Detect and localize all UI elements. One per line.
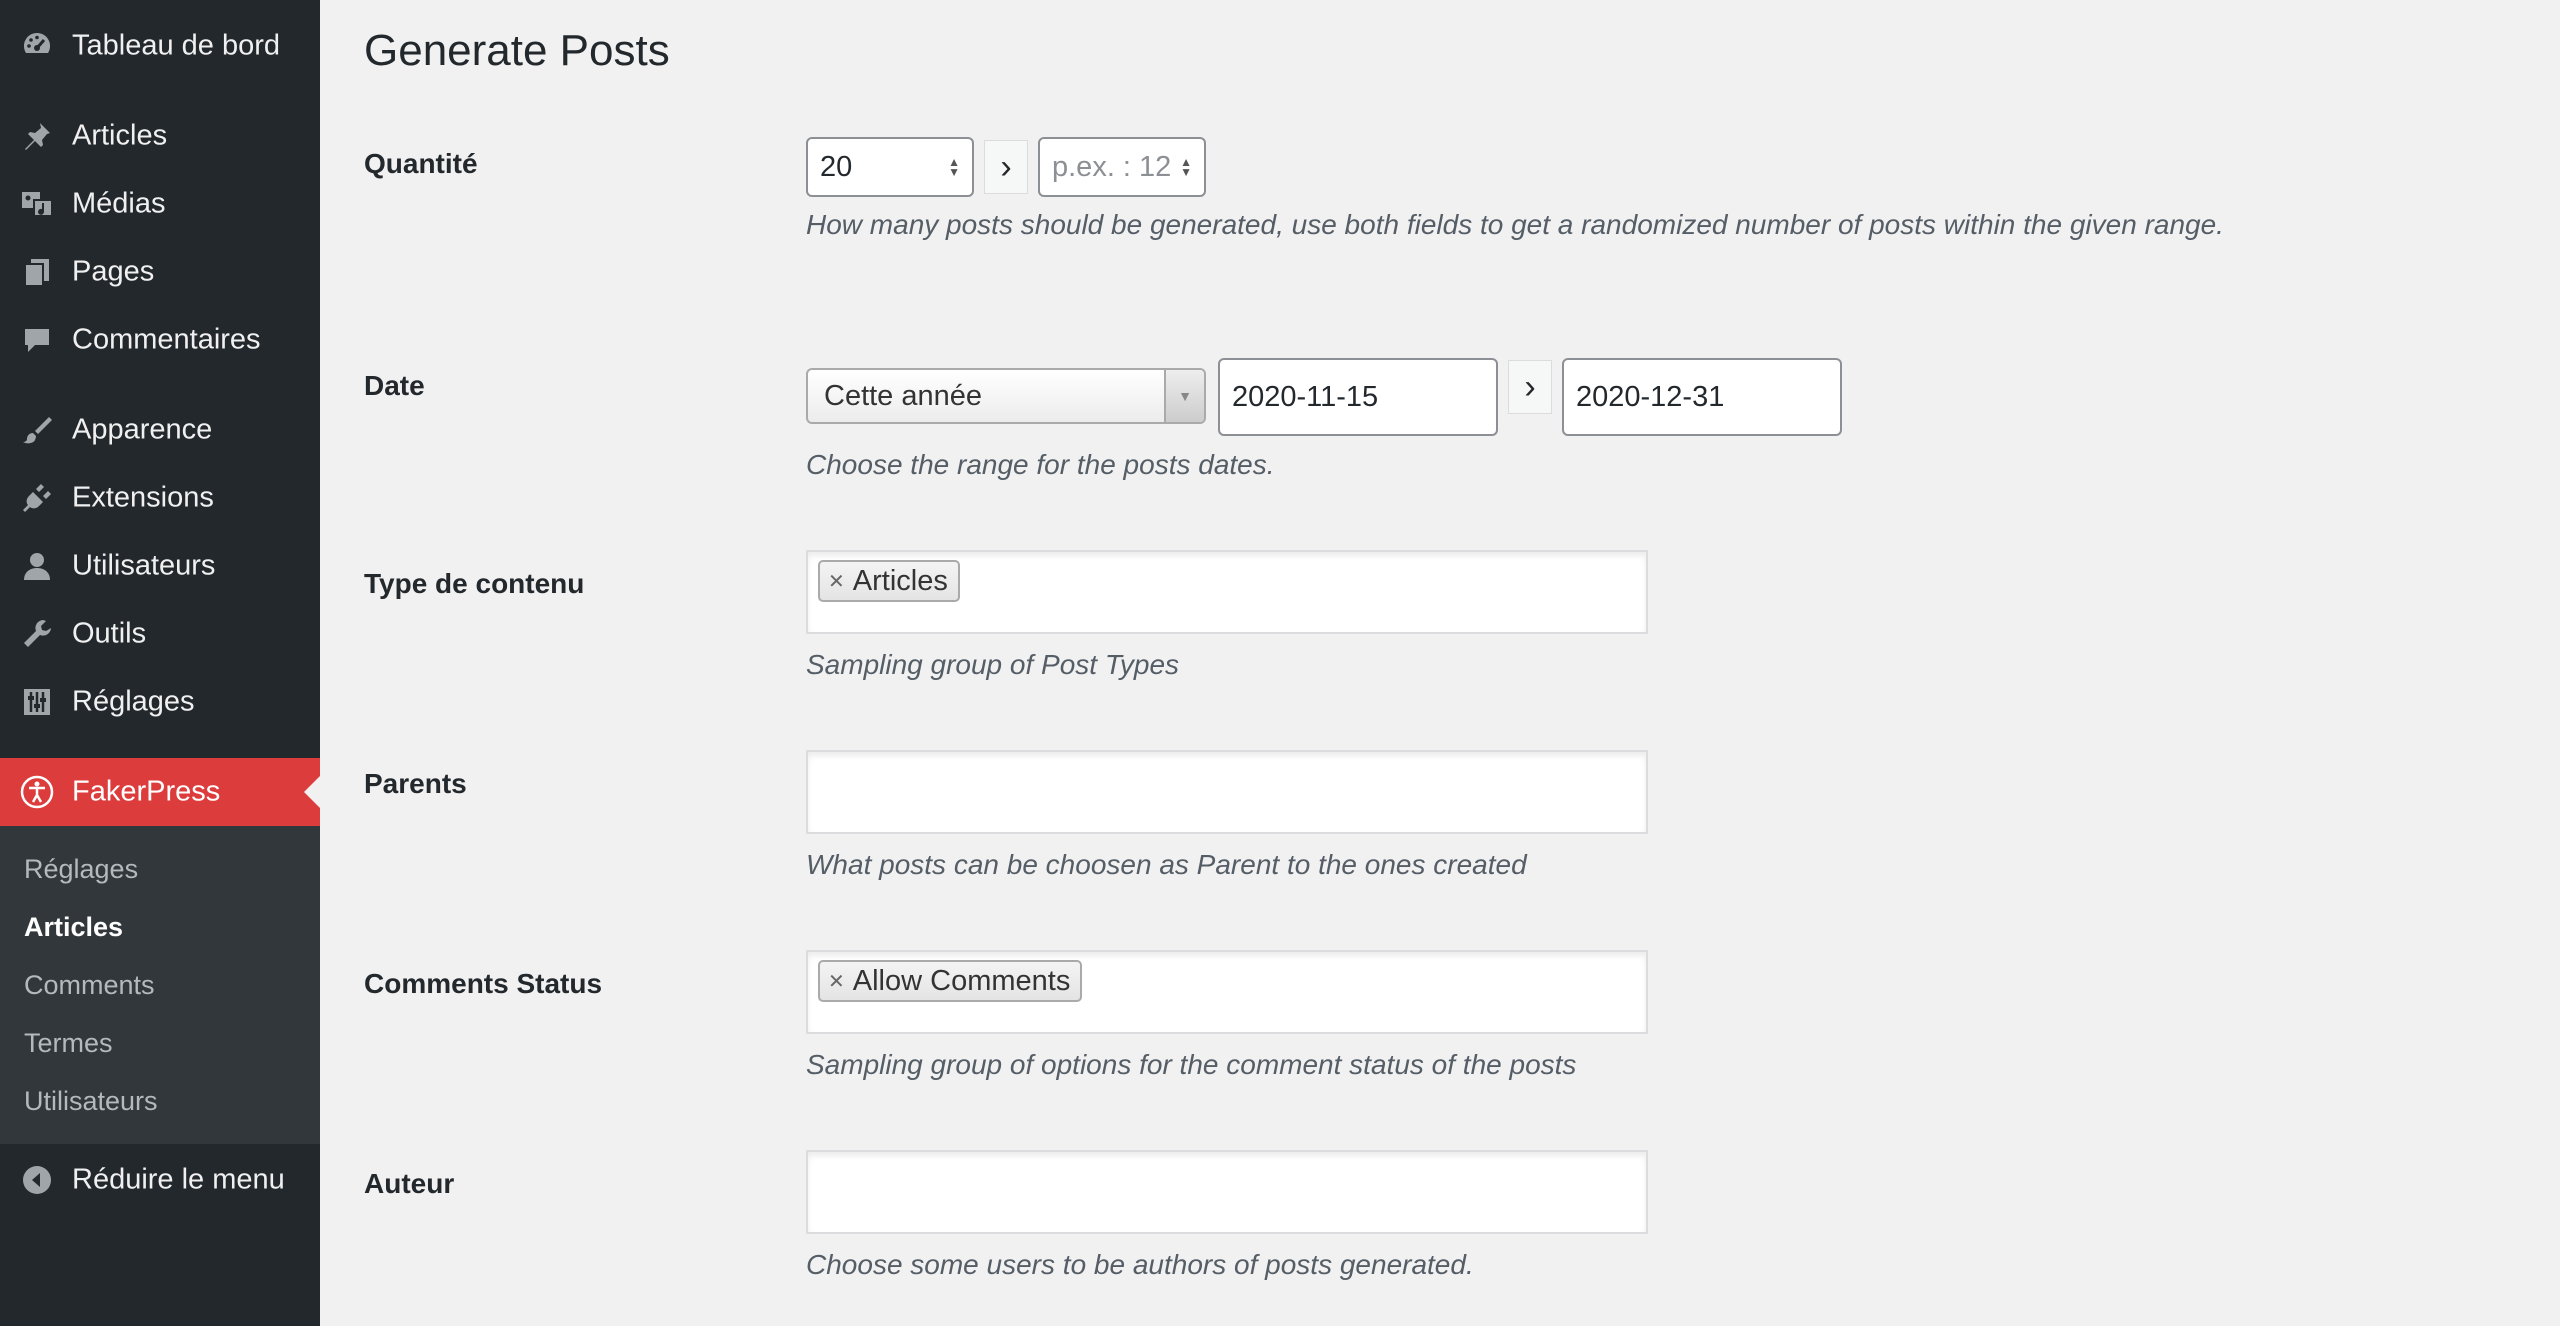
remove-tag-icon[interactable]: ✕ xyxy=(828,569,845,594)
author-description: Choose some users to be authors of posts… xyxy=(806,1249,1474,1280)
menu-label-tools: Outils xyxy=(72,617,147,650)
date-description: Choose the range for the posts dates. xyxy=(806,449,1275,480)
menu-item-appearance[interactable]: Apparence xyxy=(0,400,320,460)
comment-icon xyxy=(20,323,54,357)
date-range-arrow-icon[interactable]: › xyxy=(1508,360,1552,414)
menu-item-articles[interactable]: Articles xyxy=(0,106,320,166)
menu-label-plugins: Extensions xyxy=(72,481,214,514)
date-end-value: 2020-12-31 xyxy=(1576,380,1725,413)
menu-label-settings: Réglages xyxy=(72,685,195,718)
date-preset-select[interactable]: Cette année ▼ xyxy=(806,368,1206,424)
menu-label-comments: Commentaires xyxy=(72,323,261,356)
comment-status-label: Comments Status xyxy=(364,968,603,999)
main-content: Generate Posts Quantité 20 ▲ ▼ › p.ex. : … xyxy=(320,0,2560,1326)
post-type-label: Type de contenu xyxy=(364,568,585,599)
quantity-min-value: 20 xyxy=(820,150,853,183)
quantity-min-spinner-icon[interactable]: ▲ ▼ xyxy=(948,156,960,178)
page-title: Generate Posts xyxy=(364,26,670,75)
post-type-select[interactable]: ✕ Articles xyxy=(806,550,1648,634)
submenu-item-articles[interactable]: Articles xyxy=(24,912,123,943)
date-end-input[interactable]: 2020-12-31 xyxy=(1562,358,1842,436)
submenu-item-comments[interactable]: Comments xyxy=(24,970,155,1001)
date-label: Date xyxy=(364,370,425,401)
author-select[interactable] xyxy=(806,1150,1648,1234)
quantity-range-arrow-icon[interactable]: › xyxy=(984,140,1028,194)
menu-item-pages[interactable]: Pages xyxy=(0,242,320,302)
quantity-max-spinner-icon[interactable]: ▲ ▼ xyxy=(1180,156,1192,178)
date-preset-value: Cette année xyxy=(824,379,983,412)
wrench-icon xyxy=(20,617,54,651)
date-start-value: 2020-11-15 xyxy=(1232,380,1379,413)
menu-item-dashboard[interactable]: Tableau de bord xyxy=(0,16,320,76)
post-type-description: Sampling group of Post Types xyxy=(806,649,1180,680)
submenu-item-users[interactable]: Utilisateurs xyxy=(24,1086,158,1117)
date-start-input[interactable]: 2020-11-15 xyxy=(1218,358,1498,436)
menu-label-dashboard: Tableau de bord xyxy=(72,29,280,62)
menu-label-articles: Articles xyxy=(72,119,168,152)
menu-item-comments[interactable]: Commentaires xyxy=(0,310,320,370)
quantity-label: Quantité xyxy=(364,148,478,179)
menu-item-tools[interactable]: Outils xyxy=(0,604,320,664)
quantity-min-input[interactable]: 20 ▲ ▼ xyxy=(806,137,974,197)
menu-item-medias[interactable]: Médias xyxy=(0,174,320,234)
accessibility-icon xyxy=(20,775,54,809)
post-type-tag: ✕ Articles xyxy=(818,560,960,602)
active-menu-arrow xyxy=(304,776,320,808)
post-type-tag-label: Articles xyxy=(852,564,948,597)
pin-icon xyxy=(20,119,54,153)
admin-sidebar: Tableau de bord Articles Médias Pages Co… xyxy=(0,0,320,1326)
collapse-menu-label: Réduire le menu xyxy=(72,1163,285,1196)
brush-icon xyxy=(20,413,54,447)
quantity-description: How many posts should be generated, use … xyxy=(806,209,2224,240)
settings-icon xyxy=(20,685,54,719)
quantity-max-input[interactable]: p.ex. : 12 ▲ ▼ xyxy=(1038,137,1206,197)
submenu-item-settings[interactable]: Réglages xyxy=(24,854,138,885)
remove-tag-icon[interactable]: ✕ xyxy=(828,969,845,994)
submenu-item-terms[interactable]: Termes xyxy=(24,1028,113,1059)
fakerpress-submenu: Réglages Articles Comments Termes Utilis… xyxy=(0,826,320,1144)
chevron-down-icon: ▼ xyxy=(1164,370,1204,422)
menu-label-pages: Pages xyxy=(72,255,155,288)
parents-select[interactable] xyxy=(806,750,1648,834)
quantity-max-placeholder: p.ex. : 12 xyxy=(1052,150,1172,183)
menu-label-appearance: Apparence xyxy=(72,413,213,446)
menu-label-medias: Médias xyxy=(72,187,166,220)
user-icon xyxy=(20,549,54,583)
collapse-menu-button[interactable]: Réduire le menu xyxy=(0,1150,320,1210)
parents-description: What posts can be choosen as Parent to t… xyxy=(806,849,1527,880)
pages-icon xyxy=(20,255,54,289)
collapse-icon xyxy=(20,1163,54,1197)
comment-status-tag-label: Allow Comments xyxy=(852,964,1071,997)
plugin-icon xyxy=(20,481,54,515)
menu-item-plugins[interactable]: Extensions xyxy=(0,468,320,528)
comment-status-select[interactable]: ✕ Allow Comments xyxy=(806,950,1648,1034)
menu-label-users: Utilisateurs xyxy=(72,549,216,582)
parents-label: Parents xyxy=(364,768,467,799)
dashboard-icon xyxy=(20,29,54,63)
menu-item-fakerpress[interactable]: FakerPress xyxy=(0,758,320,826)
media-icon xyxy=(20,187,54,221)
menu-label-fakerpress: FakerPress xyxy=(72,775,221,808)
comment-status-tag: ✕ Allow Comments xyxy=(818,960,1083,1002)
menu-item-users[interactable]: Utilisateurs xyxy=(0,536,320,596)
comment-status-description: Sampling group of options for the commen… xyxy=(806,1049,1577,1080)
author-label: Auteur xyxy=(364,1168,455,1199)
menu-item-settings[interactable]: Réglages xyxy=(0,672,320,732)
